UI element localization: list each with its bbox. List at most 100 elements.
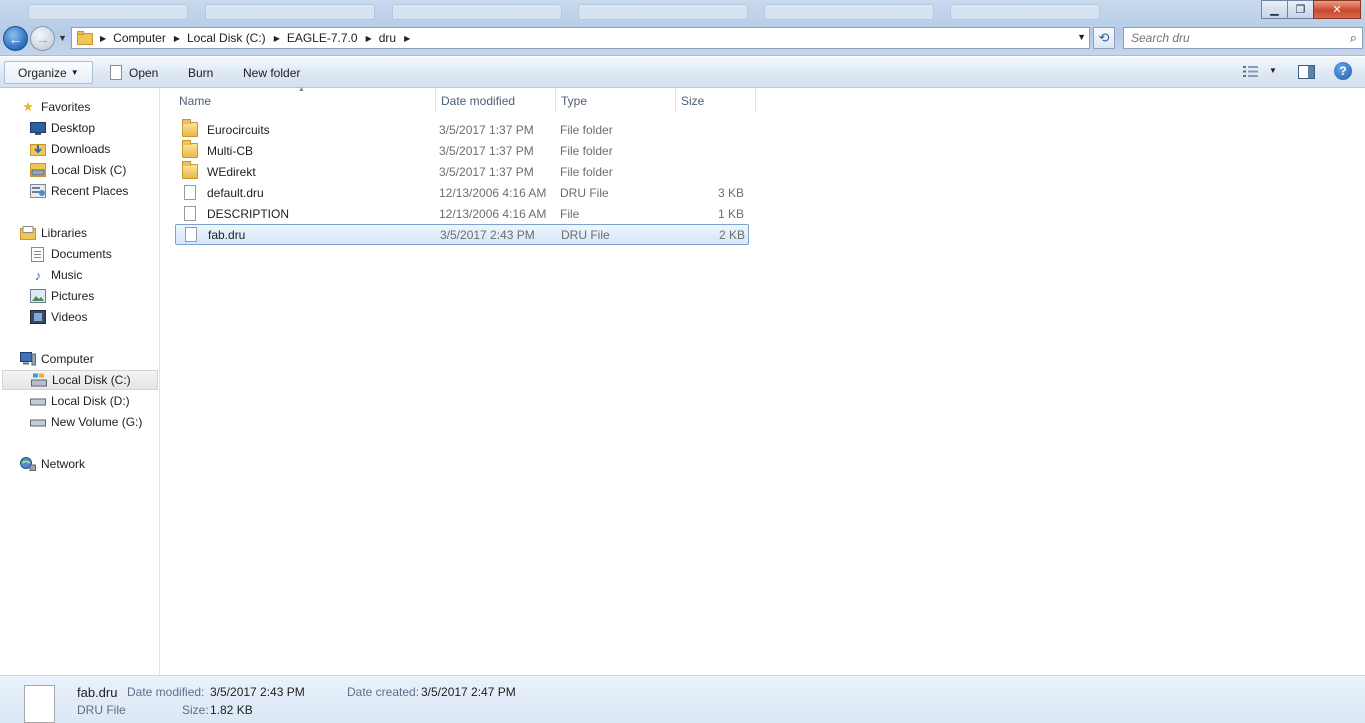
chevron-down-icon: ▼ xyxy=(58,33,67,43)
breadcrumb-local-disk-c[interactable]: Local Disk (C:) xyxy=(187,31,266,45)
chevron-down-icon: ▼ xyxy=(70,68,79,77)
search-box[interactable]: ⌕ xyxy=(1123,27,1363,49)
nav-documents[interactable]: Documents xyxy=(2,244,158,264)
restore-icon: ❐ xyxy=(1295,4,1306,16)
document-icon xyxy=(110,65,122,80)
change-view-icon[interactable] xyxy=(1243,65,1259,78)
nav-libraries[interactable]: Libraries xyxy=(2,223,158,243)
column-header-size[interactable]: Size xyxy=(676,88,756,113)
breadcrumb-separator[interactable]: ▶ xyxy=(274,34,280,43)
restore-button[interactable]: ❐ xyxy=(1287,0,1314,19)
pictures-icon xyxy=(30,289,46,303)
drive-shortcut-icon xyxy=(30,163,46,177)
breadcrumb-computer[interactable]: Computer xyxy=(113,31,166,45)
downloads-folder-icon xyxy=(30,142,46,156)
nav-music[interactable]: ♪ Music xyxy=(2,265,158,285)
burn-button[interactable]: Burn xyxy=(182,61,219,84)
recent-places-icon xyxy=(30,184,46,198)
file-icon xyxy=(184,185,196,200)
nav-favorites[interactable]: ★ Favorites xyxy=(2,97,158,117)
open-button[interactable]: Open xyxy=(104,61,164,84)
details-filetype: DRU File xyxy=(77,703,126,717)
help-icon[interactable]: ? xyxy=(1334,62,1352,80)
view-options-dropdown[interactable]: ▼ xyxy=(1269,66,1277,75)
preview-pane-icon[interactable] xyxy=(1298,65,1315,79)
address-bar[interactable]: ▶ Computer ▶ Local Disk (C:) ▶ EAGLE-7.7… xyxy=(71,27,1090,49)
details-size: 1.82 KB xyxy=(210,703,253,717)
search-input[interactable] xyxy=(1124,31,1334,45)
nav-desktop[interactable]: Desktop xyxy=(2,118,158,138)
column-header-type[interactable]: Type xyxy=(556,88,676,113)
nav-videos[interactable]: Videos xyxy=(2,307,158,327)
back-button[interactable]: ← xyxy=(3,26,28,51)
arrow-right-icon: → xyxy=(35,30,50,47)
breadcrumb-separator[interactable]: ▶ xyxy=(404,34,410,43)
nav-computer[interactable]: Computer xyxy=(2,349,158,369)
file-row-fab-dru[interactable]: fab.dru 3/5/2017 2:43 PM DRU File 2 KB xyxy=(175,224,749,245)
breadcrumb-separator[interactable]: ▶ xyxy=(100,34,106,43)
column-header-date-modified[interactable]: Date modified xyxy=(436,88,556,113)
background-window-tab xyxy=(764,4,934,20)
file-icon xyxy=(184,206,196,221)
close-button[interactable]: ✕ xyxy=(1313,0,1361,19)
details-date-modified-label: Date modified: xyxy=(127,685,205,699)
breadcrumb-eagle[interactable]: EAGLE-7.7.0 xyxy=(287,31,358,45)
folder-icon xyxy=(182,161,198,179)
nav-downloads[interactable]: Downloads xyxy=(2,139,158,159)
background-window-tab xyxy=(950,4,1100,20)
recent-pages-button[interactable]: ▼ xyxy=(58,33,67,43)
background-window-tab xyxy=(392,4,562,20)
drive-icon xyxy=(30,394,46,408)
nav-local-disk-c-favorite[interactable]: Local Disk (C) xyxy=(2,160,158,180)
close-icon: ✕ xyxy=(1332,4,1342,16)
background-window-tab xyxy=(578,4,748,20)
details-size-label: Size: xyxy=(182,703,209,717)
details-date-created-label: Date created: xyxy=(347,685,420,699)
computer-icon xyxy=(20,352,36,366)
nav-recent-places[interactable]: Recent Places xyxy=(2,181,158,201)
column-header-name[interactable]: Name ▲ xyxy=(174,86,436,113)
file-preview-icon xyxy=(24,685,55,723)
nav-pictures[interactable]: Pictures xyxy=(2,286,158,306)
file-row-eurocircuits[interactable]: Eurocircuits 3/5/2017 1:37 PM File folde… xyxy=(175,119,749,140)
details-date-modified: 3/5/2017 2:43 PM xyxy=(210,685,305,699)
background-window-tab xyxy=(28,4,188,20)
background-window-tab xyxy=(205,4,375,20)
folder-icon xyxy=(182,119,198,137)
forward-button[interactable]: → xyxy=(30,26,55,51)
system-drive-icon xyxy=(31,373,47,387)
folder-icon xyxy=(77,31,93,45)
minimize-button[interactable]: ▁ xyxy=(1261,0,1288,19)
title-bar: ▁ ❐ ✕ ← → ▼ ▶ Computer ▶ Local Disk (C:)… xyxy=(0,0,1365,56)
details-pane: fab.dru DRU File Date modified: 3/5/2017… xyxy=(0,675,1365,723)
file-row-description[interactable]: DESCRIPTION 12/13/2006 4:16 AM File 1 KB xyxy=(175,203,749,224)
organize-button[interactable]: Organize ▼ xyxy=(4,61,93,84)
file-row-default-dru[interactable]: default.dru 12/13/2006 4:16 AM DRU File … xyxy=(175,182,749,203)
minimize-icon: ▁ xyxy=(1270,4,1279,16)
folder-icon xyxy=(182,140,198,158)
breadcrumb-separator[interactable]: ▶ xyxy=(174,34,180,43)
refresh-icon: ⟲ xyxy=(1098,30,1110,45)
address-dropdown-button[interactable]: ▼ xyxy=(1077,32,1086,42)
nav-network[interactable]: Network xyxy=(2,454,158,474)
file-row-wedirekt[interactable]: WEdirekt 3/5/2017 1:37 PM File folder xyxy=(175,161,749,182)
nav-new-volume-g[interactable]: New Volume (G:) xyxy=(2,412,158,432)
new-folder-button[interactable]: New folder xyxy=(237,61,306,84)
navigation-pane: ★ Favorites Desktop Downloads Local Disk … xyxy=(0,88,160,675)
breadcrumb-separator[interactable]: ▶ xyxy=(366,34,372,43)
command-bar: Organize ▼ Open Burn New folder ▼ ? xyxy=(0,57,1365,88)
column-headers: Name ▲ Date modified Type Size xyxy=(174,86,756,113)
refresh-button[interactable]: ⟲ xyxy=(1093,27,1115,49)
libraries-icon xyxy=(20,226,36,240)
breadcrumb-dru[interactable]: dru xyxy=(379,31,396,45)
nav-local-disk-d[interactable]: Local Disk (D:) xyxy=(2,391,158,411)
file-icon xyxy=(185,227,197,242)
network-icon xyxy=(20,457,36,471)
search-icon: ⌕ xyxy=(1349,30,1357,45)
videos-icon xyxy=(30,310,46,324)
sort-ascending-icon: ▲ xyxy=(298,86,305,93)
nav-local-disk-c[interactable]: Local Disk (C:) xyxy=(2,370,158,390)
file-row-multi-cb[interactable]: Multi-CB 3/5/2017 1:37 PM File folder xyxy=(175,140,749,161)
desktop-icon xyxy=(30,121,46,135)
arrow-left-icon: ← xyxy=(8,30,23,47)
